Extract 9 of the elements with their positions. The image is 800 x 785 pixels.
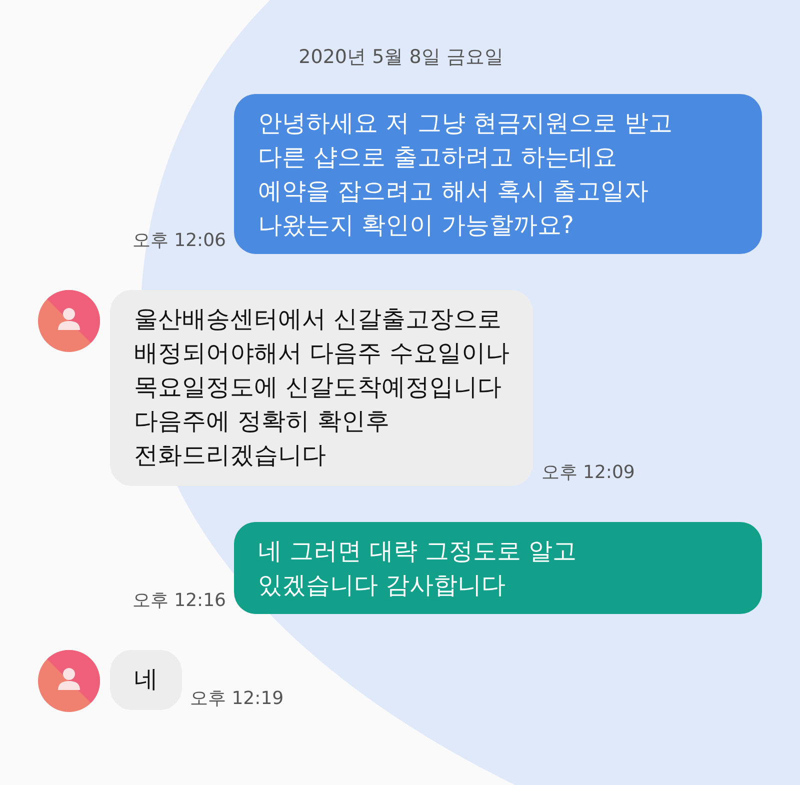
- message-time: 오후 12:16: [132, 589, 226, 613]
- received-message: 네: [110, 650, 182, 710]
- sent-message: 안녕하세요 저 그냥 현금지원으로 받고 다른 샵으로 출고하려고 하는데요 예약을 잡으려고 해서 혹시 출고일자 나왔는지 확인이 가능할까요?: [234, 94, 762, 254]
- message-time: 오후 12:09: [541, 461, 635, 485]
- date-label: 2020년 5월 8일 금요일: [298, 45, 504, 70]
- message-time: 오후 12:19: [190, 687, 284, 711]
- message-time: 오후 12:06: [132, 229, 226, 253]
- sent-message: 네 그러면 대략 그정도로 알고 있겠습니다 감사합니다: [234, 522, 762, 614]
- received-message: 울산배송센터에서 신갈출고장으로 배정되어야해서 다음주 수요일이나 목요일정도에 신갈도착예정입니다 다음주에 정확히 확인후 전화드리겠습니다: [110, 290, 534, 486]
